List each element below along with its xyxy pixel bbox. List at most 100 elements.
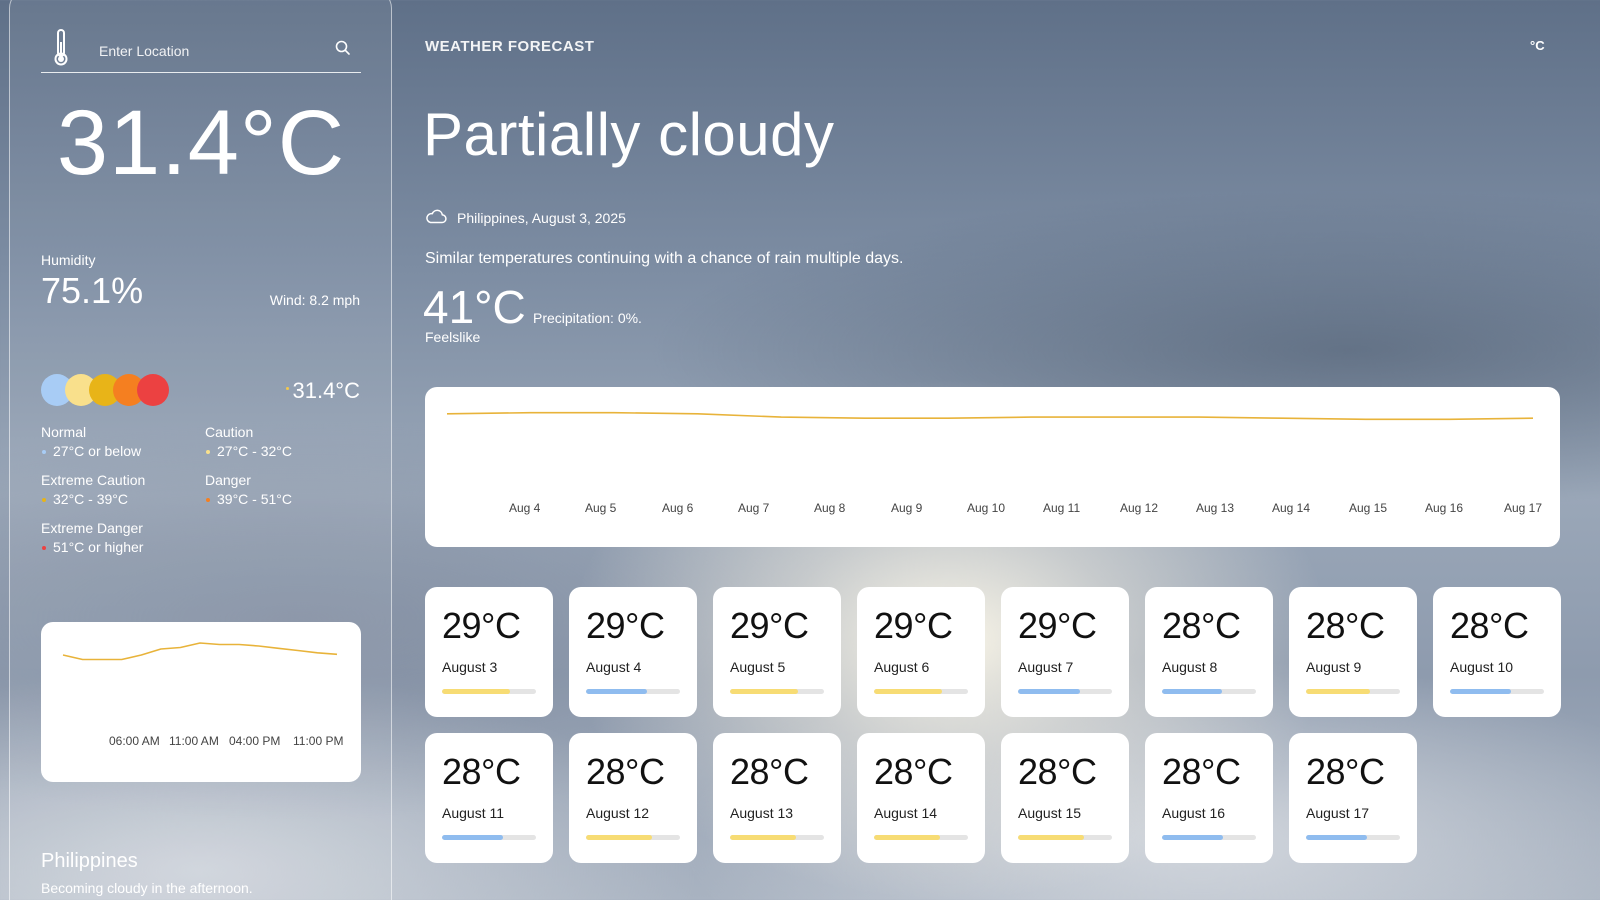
- forecast-chart-tick: Aug 14: [1272, 501, 1311, 515]
- search-icon[interactable]: [335, 40, 351, 61]
- daily-date: August 4: [586, 659, 642, 675]
- legend-dot: [42, 450, 46, 454]
- daily-temp-bar: [1018, 689, 1112, 694]
- daily-forecast-card[interactable]: 28°C August 9: [1289, 587, 1417, 717]
- daily-temp-bar-fill: [1306, 689, 1370, 694]
- daily-temp-bar-fill: [730, 689, 798, 694]
- daily-temp: 28°C: [1162, 751, 1241, 792]
- daily-temp-bar: [586, 689, 680, 694]
- feelslike-value: 41°C: [423, 281, 526, 333]
- legend-item: Danger 39°C - 51°C: [205, 471, 292, 509]
- daily-temp: 28°C: [1018, 751, 1097, 792]
- heat-index-value: 31.4°C: [286, 378, 360, 404]
- daily-forecast-card[interactable]: 28°C August 8: [1145, 587, 1273, 717]
- daily-forecast-card[interactable]: 29°C August 3: [425, 587, 553, 717]
- legend-title: Danger: [205, 472, 251, 488]
- daily-forecast-card[interactable]: 29°C August 4: [569, 587, 697, 717]
- daily-temp: 29°C: [730, 605, 809, 646]
- sidebar-location-name: Philippines: [41, 850, 138, 872]
- daily-temp-bar-fill: [874, 689, 942, 694]
- daily-temp-bar: [442, 835, 536, 840]
- location-date-line: Philippines, August 3, 2025: [425, 208, 626, 227]
- daily-temp-bar: [1018, 835, 1112, 840]
- humidity-label: Humidity: [41, 252, 96, 268]
- current-temperature: 31.4°C: [56, 92, 346, 194]
- forecast-chart-tick: Aug 6: [662, 501, 694, 515]
- forecast-chart-tick: Aug 15: [1349, 501, 1388, 515]
- daily-date: August 7: [1018, 659, 1074, 675]
- daily-date: August 15: [1018, 805, 1082, 821]
- daily-temp: 28°C: [442, 751, 521, 792]
- daily-forecast-card[interactable]: 28°C August 13: [713, 733, 841, 863]
- heat-circle: [137, 374, 169, 406]
- daily-temp: 28°C: [1162, 605, 1241, 646]
- daily-temp: 29°C: [874, 605, 953, 646]
- daily-temp-bar-fill: [1018, 835, 1084, 840]
- location-search-input[interactable]: [99, 38, 319, 64]
- daily-forecast-card[interactable]: 28°C August 12: [569, 733, 697, 863]
- forecast-chart-tick: Aug 12: [1120, 501, 1159, 515]
- daily-forecast-card[interactable]: 28°C August 10: [1433, 587, 1561, 717]
- daily-forecast-card[interactable]: 28°C August 15: [1001, 733, 1129, 863]
- daily-date: August 10: [1450, 659, 1514, 675]
- legend-title: Normal: [41, 424, 87, 440]
- forecast-summary: Similar temperatures continuing with a c…: [425, 250, 904, 267]
- forecast-chart: Aug 4 Aug 5 Aug 6 Aug 7 Aug 8 Aug 9 Aug 10 Aug …: [425, 387, 1560, 547]
- daily-temp-bar: [1162, 835, 1256, 840]
- precipitation-text: Precipitation: 0%.: [533, 310, 642, 326]
- daily-date: August 16: [1162, 805, 1226, 821]
- location-date-text: Philippines, August 3, 2025: [457, 209, 626, 226]
- daily-forecast-card[interactable]: 29°C August 5: [713, 587, 841, 717]
- hourly-chart-tick: 04:00 PM: [229, 734, 281, 748]
- hourly-chart-tick: 06:00 AM: [109, 734, 160, 748]
- forecast-chart-svg: [446, 411, 1534, 421]
- daily-date: August 8: [1162, 659, 1218, 675]
- daily-forecast-card[interactable]: 29°C August 7: [1001, 587, 1129, 717]
- daily-forecast-card[interactable]: 28°C August 14: [857, 733, 985, 863]
- daily-forecast-card[interactable]: 28°C August 17: [1289, 733, 1417, 863]
- daily-temp: 28°C: [730, 751, 809, 792]
- legend-range: 39°C - 51°C: [205, 490, 292, 509]
- hourly-temperature-chart: 06:00 AM 11:00 AM 04:00 PM 11:00 PM: [41, 622, 361, 782]
- forecast-chart-tick: Aug 8: [814, 501, 846, 515]
- legend-item: Normal 27°C or below: [41, 423, 141, 461]
- forecast-chart-tick: Aug 7: [738, 501, 770, 515]
- daily-temp-bar-fill: [586, 689, 648, 694]
- legend-dot: [42, 546, 46, 550]
- wind-speed: Wind: 8.2 mph: [269, 292, 360, 308]
- daily-temp-bar: [1306, 835, 1400, 840]
- legend-range: 27°C - 32°C: [205, 442, 292, 461]
- daily-temp-bar-fill: [730, 835, 796, 840]
- forecast-chart-line: [446, 411, 1534, 421]
- daily-date: August 6: [874, 659, 930, 675]
- daily-forecast-card[interactable]: 28°C August 11: [425, 733, 553, 863]
- daily-temp: 28°C: [1306, 751, 1385, 792]
- daily-forecast-card[interactable]: 29°C August 6: [857, 587, 985, 717]
- daily-date: August 14: [874, 805, 938, 821]
- daily-temp-bar: [874, 689, 968, 694]
- daily-temp-bar-fill: [442, 689, 510, 694]
- unit-toggle-button[interactable]: °C: [1530, 38, 1545, 53]
- cloud-icon: [425, 208, 447, 227]
- legend-item: Caution 27°C - 32°C: [205, 423, 292, 461]
- daily-date: August 12: [586, 805, 650, 821]
- forecast-chart-tick: Aug 10: [967, 501, 1006, 515]
- daily-temp-bar-fill: [1162, 689, 1223, 694]
- forecast-chart-tick: Aug 9: [891, 501, 923, 515]
- legend-range: 32°C - 39°C: [41, 490, 145, 509]
- hourly-chart-line: [62, 642, 338, 661]
- heat-index-dot: [286, 387, 290, 390]
- search-bar: [41, 29, 361, 73]
- legend-item: Extreme Danger 51°C or higher: [41, 519, 143, 557]
- daily-temp: 28°C: [586, 751, 665, 792]
- hourly-chart-tick: 11:00 PM: [293, 734, 344, 748]
- daily-forecast-card[interactable]: 28°C August 16: [1145, 733, 1273, 863]
- weather-condition: Partially cloudy: [423, 101, 835, 168]
- daily-temp-bar-fill: [586, 835, 652, 840]
- heat-index-text: 31.4°C: [292, 378, 360, 403]
- daily-date: August 9: [1306, 659, 1362, 675]
- daily-temp-bar-fill: [442, 835, 504, 840]
- daily-date: August 13: [730, 805, 794, 821]
- hourly-chart-tick: 11:00 AM: [169, 734, 219, 748]
- humidity-value: 75.1%: [41, 270, 144, 311]
